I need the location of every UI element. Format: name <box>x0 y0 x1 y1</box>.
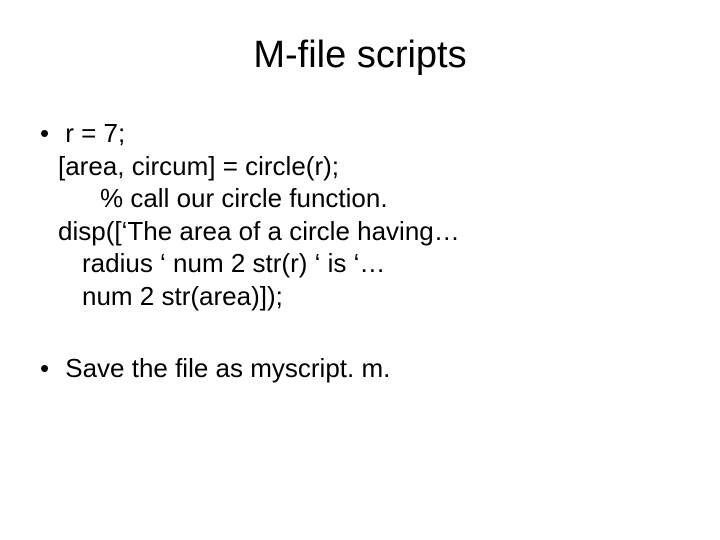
code-line-6: num 2 str(area)]); <box>82 280 680 313</box>
code-line-4: disp([‘The area of a circle having… <box>58 215 680 248</box>
bullet-item-1: • r = 7; [area, circum] = circle(r); % c… <box>40 117 680 312</box>
slide-title: M-file scripts <box>40 34 680 77</box>
code-line-2: [area, circum] = circle(r); <box>58 150 680 183</box>
bullet-marker: • <box>40 117 58 150</box>
slide: M-file scripts • r = 7; [area, circum] =… <box>0 0 720 540</box>
slide-body: • r = 7; [area, circum] = circle(r); % c… <box>40 117 680 385</box>
bullet-text: Save the file as myscript. m. <box>65 353 390 383</box>
bullet-marker: • <box>40 352 58 385</box>
code-line-5: radius ‘ num 2 str(r) ‘ is ‘… <box>82 247 680 280</box>
bullet-item-2: • Save the file as myscript. m. <box>40 352 680 385</box>
code-line-1: • r = 7; <box>40 117 680 150</box>
code-line-3: % call our circle function. <box>100 182 680 215</box>
code-text: r = 7; <box>65 118 125 148</box>
